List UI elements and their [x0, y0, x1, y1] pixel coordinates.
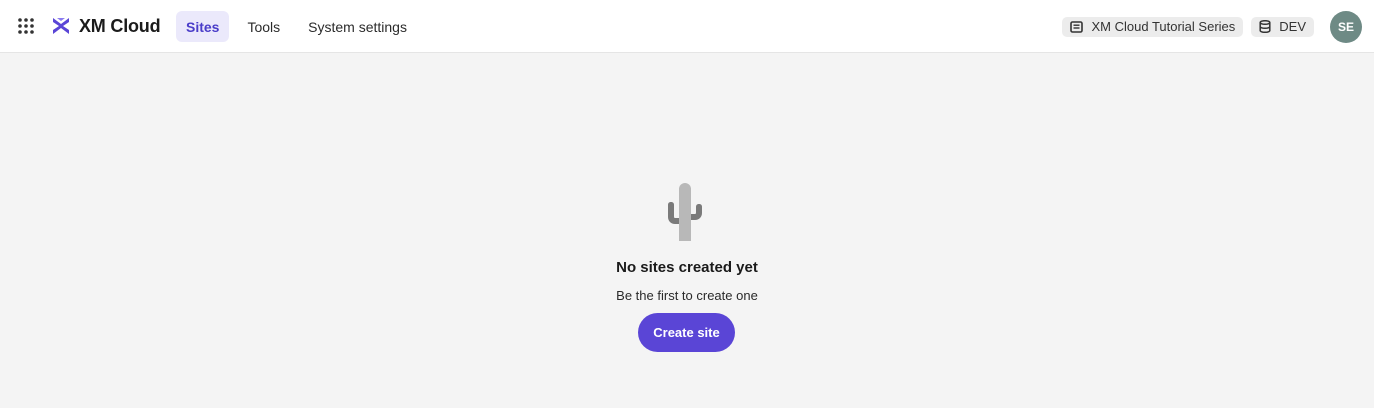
- avatar[interactable]: SE: [1330, 10, 1362, 43]
- sites-empty-state: No sites created yet Be the first to cre…: [0, 53, 1374, 408]
- empty-state-subtitle: Be the first to create one: [616, 288, 758, 303]
- project-icon: [1070, 20, 1084, 33]
- header-right-controls: XM Cloud Tutorial Series DEV SE: [1062, 10, 1362, 43]
- main-nav-tabs: Sites Tools System settings: [176, 11, 425, 42]
- environment-selector-chip[interactable]: DEV: [1251, 16, 1314, 37]
- tab-tools[interactable]: Tools: [237, 11, 290, 42]
- grid-dots-icon: [18, 18, 34, 34]
- app-title: XM Cloud: [79, 15, 161, 36]
- xm-cloud-logo-icon: [53, 18, 69, 34]
- environment-name: DEV: [1279, 19, 1306, 34]
- tab-sites[interactable]: Sites: [176, 11, 230, 42]
- app-switcher-button[interactable]: [14, 14, 38, 38]
- top-navigation-bar: XM Cloud Sites Tools System settings XM …: [0, 0, 1374, 53]
- tab-system-settings[interactable]: System settings: [298, 11, 417, 42]
- empty-state-title: No sites created yet: [616, 259, 758, 276]
- create-site-button[interactable]: Create site: [638, 313, 735, 352]
- app-logo[interactable]: XM Cloud: [51, 14, 161, 38]
- cactus-icon: [668, 183, 702, 241]
- database-icon: [1259, 20, 1271, 33]
- project-selector-chip[interactable]: XM Cloud Tutorial Series: [1062, 16, 1244, 37]
- project-name: XM Cloud Tutorial Series: [1091, 19, 1236, 34]
